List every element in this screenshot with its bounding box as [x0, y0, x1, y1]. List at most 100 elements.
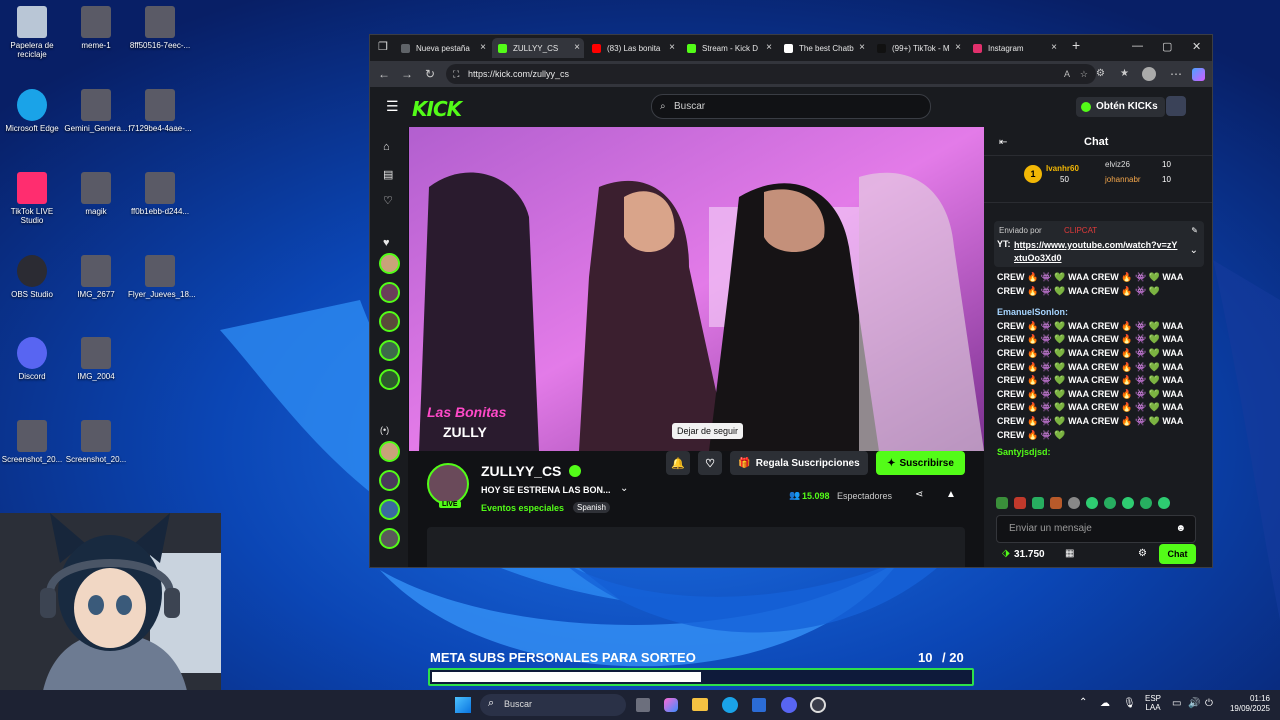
desktop-icon[interactable]: ff0b1ebb-d244... — [128, 172, 192, 216]
language-indicator[interactable]: ESP LAA — [1145, 694, 1161, 712]
get-kicks-button[interactable]: Obtén KICKs — [1076, 97, 1165, 117]
recommended-channel-avatar[interactable] — [379, 528, 400, 549]
browser-tab[interactable]: ZULLYY_CS × — [492, 38, 584, 58]
collapse-chat-icon[interactable]: ⇤ — [999, 137, 1007, 148]
send-chat-button[interactable]: Chat — [1159, 544, 1196, 564]
store-icon[interactable] — [752, 698, 766, 712]
forward-icon[interactable]: → — [401, 67, 413, 81]
onedrive-icon[interactable]: ☁ — [1100, 698, 1110, 709]
close-tab-icon[interactable]: × — [955, 42, 961, 53]
search-input[interactable]: ⌕ Buscar — [651, 94, 931, 119]
chevron-down-icon[interactable]: ⌄ — [620, 483, 628, 494]
recommended-channel-avatar[interactable] — [379, 470, 400, 491]
browser-tab[interactable]: (83) Las bonita × — [586, 38, 679, 58]
desktop-icon[interactable]: Papelera de reciclaje — [0, 6, 64, 59]
channel-name[interactable]: ZULLYY_CS — [481, 463, 561, 479]
site-info-icon[interactable]: ⛶ — [453, 64, 459, 84]
desktop-icon[interactable]: Screenshot_20... — [64, 420, 128, 464]
chevron-up-icon[interactable]: ⌃ — [1079, 697, 1087, 708]
recommended-channel-avatar[interactable] — [379, 441, 400, 462]
close-tab-icon[interactable]: × — [1051, 42, 1057, 53]
followed-channel-avatar[interactable] — [379, 311, 400, 332]
browser-tab[interactable]: Stream - Kick D × — [681, 38, 776, 58]
kick-logo[interactable]: KICK — [412, 97, 462, 121]
browser-tab[interactable]: (99+) TikTok - M × — [871, 38, 965, 58]
followed-channel-avatar[interactable] — [379, 282, 400, 303]
desktop-icon[interactable]: TikTok LIVE Studio — [0, 172, 64, 225]
desktop-icon[interactable]: Discord — [0, 337, 64, 381]
refresh-icon[interactable]: ↻ — [425, 67, 435, 81]
new-tab-button[interactable]: + — [1072, 37, 1080, 53]
maximize-button[interactable]: ▢ — [1162, 40, 1172, 53]
task-view-icon[interactable] — [636, 698, 650, 712]
clock[interactable]: 01:16 19/09/2025 — [1226, 694, 1270, 714]
close-tab-icon[interactable]: × — [766, 42, 772, 53]
chat-settings-icon[interactable]: ⚙ — [1138, 548, 1147, 559]
browser-tab[interactable]: Instagram × — [967, 38, 1061, 58]
url-field[interactable]: ⛶ https://kick.com/zullyy_cs A ☆ — [446, 64, 1096, 84]
share-icon[interactable]: ⋖ — [915, 489, 923, 500]
desktop-icon[interactable]: f7129be4-4aae-... — [128, 89, 192, 133]
category-link[interactable]: Eventos especiales — [481, 503, 564, 513]
start-icon[interactable] — [455, 697, 471, 713]
gifter-name[interactable]: johannabr — [1105, 175, 1141, 184]
following-icon[interactable]: ♡ — [383, 194, 393, 207]
discord-icon[interactable] — [781, 697, 797, 713]
taskbar-search[interactable]: ⌕ Buscar — [480, 694, 626, 716]
subscribe-button[interactable]: ✦ Suscribirse — [876, 451, 965, 475]
obs-icon[interactable] — [810, 697, 826, 713]
close-tab-icon[interactable]: × — [669, 42, 675, 53]
microphone-icon[interactable]: 🎙 — [1123, 698, 1136, 709]
gift-subs-button[interactable]: 🎁 Regala Suscripciones — [730, 451, 868, 475]
close-tab-icon[interactable]: × — [480, 42, 486, 53]
followed-channel-avatar[interactable] — [379, 369, 400, 390]
desktop-icon[interactable]: IMG_2677 — [64, 255, 128, 299]
battery-icon[interactable]: ⏻ — [1205, 698, 1213, 709]
emote-icon[interactable] — [1086, 497, 1098, 509]
copilot-icon[interactable] — [1192, 68, 1205, 81]
chat-input[interactable]: Enviar un mensaje ☻ — [996, 515, 1196, 543]
video-player[interactable]: Las Bonitas ZULLY — [409, 127, 984, 451]
close-tab-icon[interactable]: × — [859, 42, 865, 53]
desktop-icon[interactable]: OBS Studio — [0, 255, 64, 299]
emoji-icon[interactable]: ☻ — [1175, 523, 1186, 534]
favorite-star-icon[interactable]: ☆ — [1080, 64, 1088, 84]
file-explorer-icon[interactable] — [692, 698, 708, 711]
notification-bell-button[interactable]: 🔔 — [666, 451, 690, 475]
extensions-icon[interactable]: ⚙ — [1096, 68, 1105, 79]
menu-icon[interactable]: ☰ — [386, 98, 399, 115]
emote-icon[interactable] — [1158, 497, 1170, 509]
report-icon[interactable]: ▲ — [946, 489, 956, 500]
gifter-name[interactable]: elviz26 — [1105, 160, 1130, 169]
chevron-down-icon[interactable]: ⌄ — [1190, 245, 1198, 256]
followed-channel-avatar[interactable] — [379, 253, 400, 274]
emote-icon[interactable] — [1122, 497, 1134, 509]
desktop-icon[interactable]: 8ff50516-7eec-... — [128, 6, 192, 50]
back-icon[interactable]: ← — [378, 67, 390, 81]
emote-icon[interactable] — [996, 497, 1008, 509]
network-icon[interactable]: ▭ — [1172, 698, 1181, 709]
close-window-button[interactable]: ✕ — [1192, 40, 1201, 53]
browse-icon[interactable]: ▤ — [383, 168, 393, 181]
emote-icon[interactable] — [1068, 497, 1080, 509]
browser-tab[interactable]: The best Chatb × — [778, 38, 869, 58]
channel-avatar[interactable] — [427, 463, 469, 505]
emote-icon[interactable] — [1032, 497, 1044, 509]
emote-icon[interactable] — [1014, 497, 1026, 509]
recommended-channel-avatar[interactable] — [379, 499, 400, 520]
chat-username[interactable]: Santyjsdjsd: — [997, 446, 1202, 460]
store-icon[interactable]: ▦ — [1065, 548, 1074, 559]
read-aloud-icon[interactable]: A — [1064, 64, 1070, 84]
channel-points[interactable]: 31.750 — [1014, 549, 1045, 560]
unpin-icon[interactable]: ✎ — [1191, 226, 1198, 235]
desktop-icon[interactable]: Screenshot_20... — [0, 420, 64, 464]
top-gifter-name[interactable]: Ivanhr60 — [1046, 164, 1079, 173]
edge-icon[interactable] — [722, 697, 738, 713]
profile-avatar[interactable] — [1142, 67, 1156, 81]
pinned-message[interactable]: Enviado por CLIPCAT ✎ YT: https://www.yo… — [994, 221, 1204, 267]
language-tag[interactable]: Spanish — [573, 502, 610, 513]
home-icon[interactable]: ⌂ — [383, 141, 390, 153]
copilot-icon[interactable] — [664, 698, 678, 712]
chat-username[interactable]: EmanuelSonlon: — [997, 306, 1202, 320]
desktop-icon[interactable]: magik — [64, 172, 128, 216]
